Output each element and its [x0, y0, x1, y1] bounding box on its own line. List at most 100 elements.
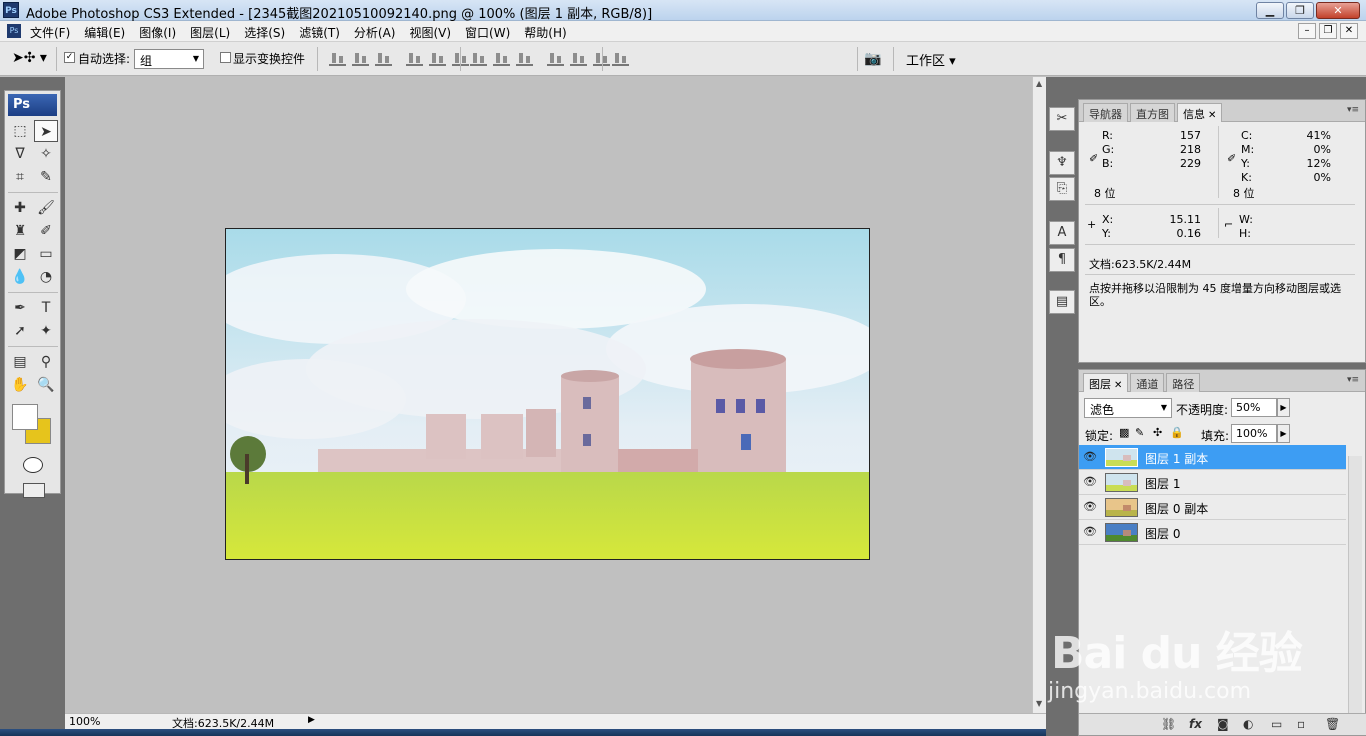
blend-mode-dropdown[interactable]: 滤色 — [1084, 398, 1172, 418]
eyedropper-tool-icon[interactable]: ⚲ — [34, 351, 58, 373]
hand-tool-icon[interactable]: ✋ — [8, 374, 32, 396]
workspace-button[interactable]: 工作区 ▾ — [906, 50, 956, 69]
menu-filter[interactable]: 滤镜(T) — [299, 24, 340, 41]
auto-select-checkbox[interactable]: ✓ — [64, 52, 75, 63]
show-transform-checkbox[interactable] — [220, 52, 231, 63]
tab-histogram[interactable]: 直方图 — [1130, 103, 1175, 122]
close-tab-icon[interactable]: ✕ — [1208, 110, 1216, 121]
type-tool-icon[interactable]: T — [34, 297, 58, 319]
align-bottom-icon[interactable] — [375, 51, 392, 66]
align-left-icon[interactable] — [406, 51, 423, 66]
bridge-icon[interactable]: 📷 — [864, 51, 888, 67]
opacity-slider-arrow-icon[interactable]: ▶ — [1277, 398, 1290, 417]
layer-row[interactable]: 👁 图层 0 — [1079, 520, 1346, 545]
marquee-tool-icon[interactable]: ⬚ — [8, 120, 32, 142]
notes-tool-icon[interactable]: ▤ — [8, 351, 32, 373]
character-icon[interactable]: A — [1049, 221, 1075, 245]
visibility-eye-icon[interactable]: 👁 — [1081, 498, 1099, 516]
dodge-tool-icon[interactable]: ◔ — [34, 266, 58, 288]
clone-stamp-tool-icon[interactable]: ♜ — [8, 220, 32, 242]
scroll-down-arrow-icon[interactable]: ▼ — [1036, 699, 1042, 708]
layer-name[interactable]: 图层 0 副本 — [1145, 500, 1208, 517]
document-image[interactable] — [225, 228, 870, 560]
lock-image-icon[interactable]: ✎ — [1135, 426, 1144, 439]
gradient-tool-icon[interactable]: ▭ — [34, 243, 58, 265]
opacity-input[interactable]: 50% — [1231, 398, 1277, 417]
doc-close-button[interactable]: ✕ — [1340, 23, 1358, 39]
layer-mask-icon[interactable]: ◙ — [1217, 717, 1229, 731]
layer-style-icon[interactable]: fx — [1189, 717, 1202, 731]
align-hcenter-icon[interactable] — [429, 51, 446, 66]
fill-slider-arrow-icon[interactable]: ▶ — [1277, 424, 1290, 443]
healing-brush-tool-icon[interactable]: ✚ — [8, 197, 32, 219]
tab-info[interactable]: 信息 ✕ — [1177, 103, 1223, 122]
move-tool-preset-icon[interactable]: ➤✣ ▾ — [12, 50, 50, 68]
path-selection-tool-icon[interactable]: ➚ — [8, 320, 32, 342]
distribute-hcenter-icon[interactable] — [570, 51, 587, 66]
auto-select-dropdown[interactable]: 组 — [134, 49, 204, 69]
slice-tool-icon[interactable]: ✎ — [34, 166, 58, 188]
status-menu-arrow-icon[interactable]: ▶ — [308, 715, 315, 725]
layer-row[interactable]: 👁 图层 0 副本 — [1079, 495, 1346, 520]
menu-image[interactable]: 图像(I) — [139, 24, 176, 41]
brushes-icon[interactable]: ♆ — [1049, 151, 1075, 175]
tab-navigator[interactable]: 导航器 — [1083, 103, 1128, 122]
tool-presets-icon[interactable]: ✂ — [1049, 107, 1075, 131]
menu-analysis[interactable]: 分析(A) — [354, 24, 396, 41]
menu-view[interactable]: 视图(V) — [409, 24, 451, 41]
menu-window[interactable]: 窗口(W) — [465, 24, 510, 41]
auto-align-layers-icon[interactable] — [612, 51, 629, 66]
layer-name[interactable]: 图层 1 — [1145, 475, 1180, 492]
zoom-level[interactable]: 100% — [69, 715, 100, 728]
layer-comps-icon[interactable]: ▤ — [1049, 290, 1075, 314]
screen-mode-button[interactable] — [23, 483, 45, 498]
layer-name[interactable]: 图层 1 副本 — [1145, 450, 1208, 467]
close-window-button[interactable]: ✕ — [1316, 2, 1360, 19]
menu-edit[interactable]: 编辑(E) — [84, 24, 125, 41]
layers-scrollbar[interactable] — [1348, 456, 1362, 716]
visibility-eye-icon[interactable]: 👁 — [1081, 448, 1099, 466]
restore-window-button[interactable]: ❐ — [1286, 2, 1314, 19]
delete-layer-icon[interactable]: 🗑 — [1325, 717, 1340, 731]
minimize-window-button[interactable]: ▁ — [1256, 2, 1284, 19]
distribute-top-icon[interactable] — [470, 51, 487, 66]
document-icon[interactable]: Ps — [7, 24, 21, 38]
lock-transparent-icon[interactable]: ▩ — [1119, 426, 1129, 439]
lock-all-icon[interactable]: 🔒 — [1170, 426, 1184, 439]
paragraph-icon[interactable]: ¶ — [1049, 248, 1075, 272]
tab-channels[interactable]: 通道 — [1130, 373, 1165, 392]
zoom-tool-icon[interactable]: 🔍 — [34, 374, 58, 396]
pen-tool-icon[interactable]: ✒ — [8, 297, 32, 319]
menu-file[interactable]: 文件(F) — [30, 24, 70, 41]
blur-tool-icon[interactable]: 💧 — [8, 266, 32, 288]
brush-tool-icon[interactable]: 🖌 — [34, 197, 58, 219]
link-layers-icon[interactable]: ⛓ — [1161, 717, 1176, 731]
visibility-eye-icon[interactable]: 👁 — [1081, 523, 1099, 541]
doc-minimize-button[interactable]: – — [1298, 23, 1316, 39]
tab-layers[interactable]: 图层 ✕ — [1083, 373, 1129, 392]
menu-layer[interactable]: 图层(L) — [190, 24, 230, 41]
magic-wand-tool-icon[interactable]: ✧ — [34, 143, 58, 165]
distribute-vcenter-icon[interactable] — [493, 51, 510, 66]
canvas-area[interactable] — [65, 77, 1032, 713]
menu-help[interactable]: 帮助(H) — [524, 24, 566, 41]
layer-row[interactable]: 👁 图层 1 — [1079, 470, 1346, 495]
fill-input[interactable]: 100% — [1231, 424, 1277, 443]
menu-select[interactable]: 选择(S) — [244, 24, 285, 41]
custom-shape-tool-icon[interactable]: ✦ — [34, 320, 58, 342]
visibility-eye-icon[interactable]: 👁 — [1081, 473, 1099, 491]
tab-paths[interactable]: 路径 — [1166, 373, 1201, 392]
vertical-scrollbar[interactable]: ▲ ▼ — [1032, 77, 1046, 713]
new-layer-icon[interactable]: ▫ — [1297, 717, 1305, 731]
distribute-bottom-icon[interactable] — [516, 51, 533, 66]
align-top-icon[interactable] — [329, 51, 346, 66]
foreground-color-swatch[interactable] — [12, 404, 38, 430]
lasso-tool-icon[interactable]: ᐁ — [8, 143, 32, 165]
crop-tool-icon[interactable]: ⌗ — [8, 166, 32, 188]
new-group-icon[interactable]: ▭ — [1271, 717, 1282, 731]
layer-name[interactable]: 图层 0 — [1145, 525, 1180, 542]
adjustment-layer-icon[interactable]: ◐ — [1243, 717, 1253, 731]
scroll-up-arrow-icon[interactable]: ▲ — [1036, 79, 1042, 88]
quick-mask-button[interactable] — [23, 457, 43, 473]
eyedropper-rgb-icon[interactable]: ✐ — [1089, 152, 1098, 165]
